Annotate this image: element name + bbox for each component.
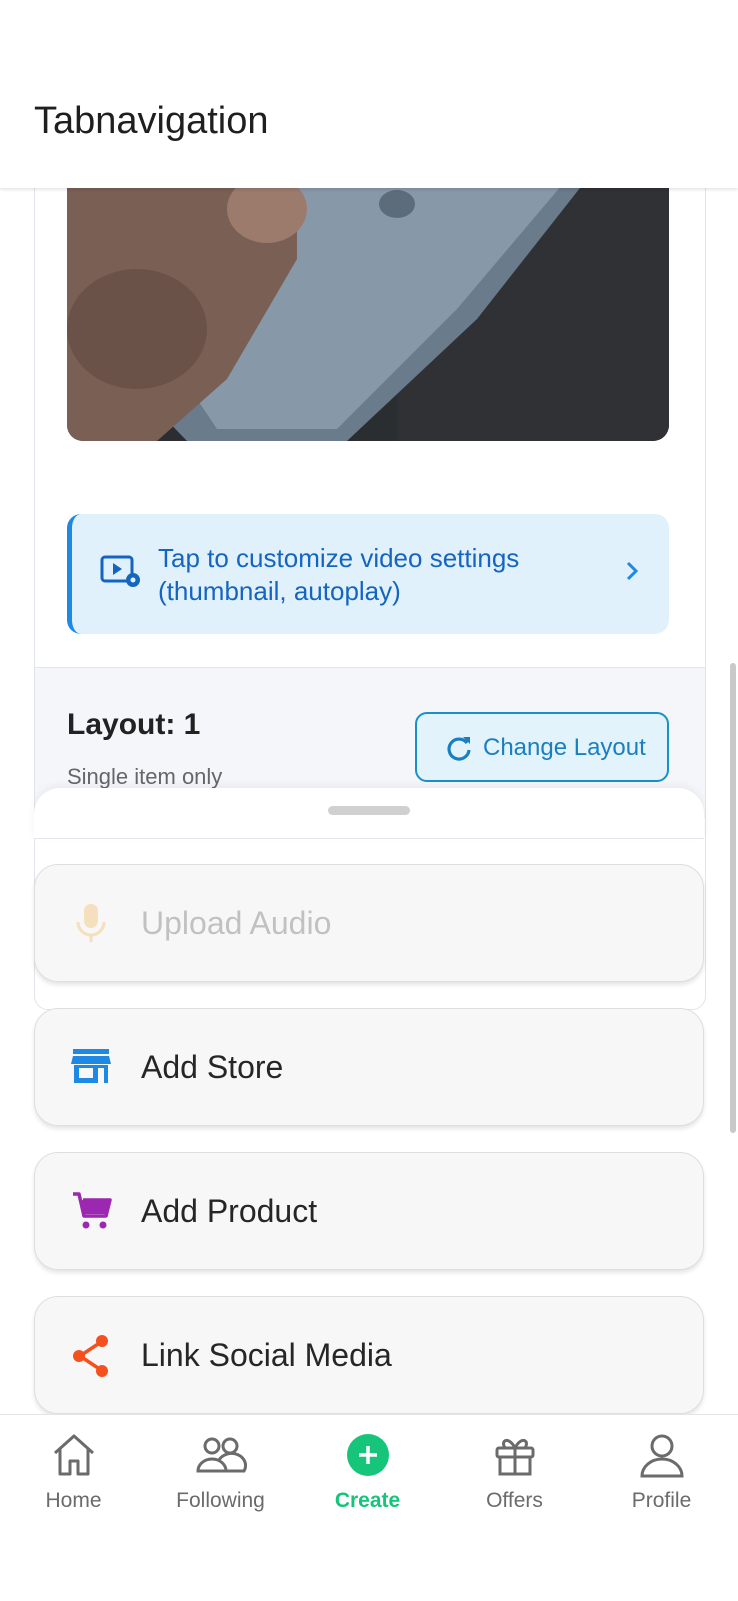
status-bar bbox=[0, 0, 738, 70]
cart-icon bbox=[71, 1190, 113, 1237]
video-settings-banner[interactable]: Tap to customize video settings (thumbna… bbox=[67, 514, 669, 634]
tab-following[interactable]: Following bbox=[147, 1415, 294, 1535]
bottom-navigation: Home Following Create Offers Profile bbox=[0, 1414, 738, 1601]
app-bar: Tabnavigation bbox=[0, 70, 738, 188]
following-icon bbox=[195, 1431, 247, 1484]
upload-audio-label: Upload Audio bbox=[141, 905, 332, 941]
layout-subtitle: Single item only bbox=[67, 764, 223, 789]
chevron-right-icon bbox=[625, 560, 639, 587]
link-social-media-label: Link Social Media bbox=[141, 1337, 392, 1373]
video-settings-icon bbox=[100, 554, 142, 595]
video-settings-text: Tap to customize video settings (thumbna… bbox=[158, 543, 520, 606]
audio-icon bbox=[71, 902, 111, 951]
scrollbar[interactable] bbox=[730, 663, 736, 1133]
link-social-media-button[interactable]: Link Social Media bbox=[34, 1296, 704, 1414]
page-title: Tabnavigation bbox=[34, 100, 269, 142]
tab-following-label: Following bbox=[176, 1489, 265, 1512]
bottom-sheet-header bbox=[34, 788, 704, 839]
profile-icon bbox=[638, 1431, 686, 1484]
add-product-button[interactable]: Add Product bbox=[34, 1152, 704, 1270]
share-icon bbox=[71, 1334, 111, 1383]
tab-offers[interactable]: Offers bbox=[441, 1415, 588, 1535]
change-layout-label: Change Layout bbox=[483, 734, 646, 761]
video-preview[interactable] bbox=[67, 188, 669, 441]
upload-audio-button[interactable]: Upload Audio bbox=[34, 864, 704, 982]
change-layout-button[interactable]: Change Layout bbox=[415, 712, 669, 782]
store-icon bbox=[71, 1046, 111, 1091]
add-store-label: Add Store bbox=[141, 1049, 284, 1085]
add-store-button[interactable]: Add Store bbox=[34, 1008, 704, 1126]
tab-profile[interactable]: Profile bbox=[588, 1415, 735, 1535]
refresh-icon bbox=[445, 734, 473, 767]
tab-create[interactable]: Create bbox=[294, 1415, 441, 1535]
sheet-drag-handle[interactable] bbox=[328, 806, 410, 815]
gift-icon bbox=[491, 1431, 539, 1484]
tab-profile-label: Profile bbox=[631, 1489, 692, 1512]
home-icon bbox=[50, 1431, 98, 1484]
add-product-label: Add Product bbox=[141, 1193, 318, 1229]
layout-title: Layout: 1 bbox=[67, 708, 201, 741]
tab-home[interactable]: Home bbox=[0, 1415, 147, 1535]
main-content[interactable]: Tap to customize video settings (thumbna… bbox=[0, 188, 738, 1414]
video-thumbnail-image bbox=[67, 188, 669, 441]
tab-home-label: Home bbox=[45, 1489, 102, 1512]
create-icon bbox=[344, 1431, 392, 1484]
tab-create-label: Create bbox=[334, 1489, 401, 1512]
tab-offers-label: Offers bbox=[486, 1489, 543, 1512]
